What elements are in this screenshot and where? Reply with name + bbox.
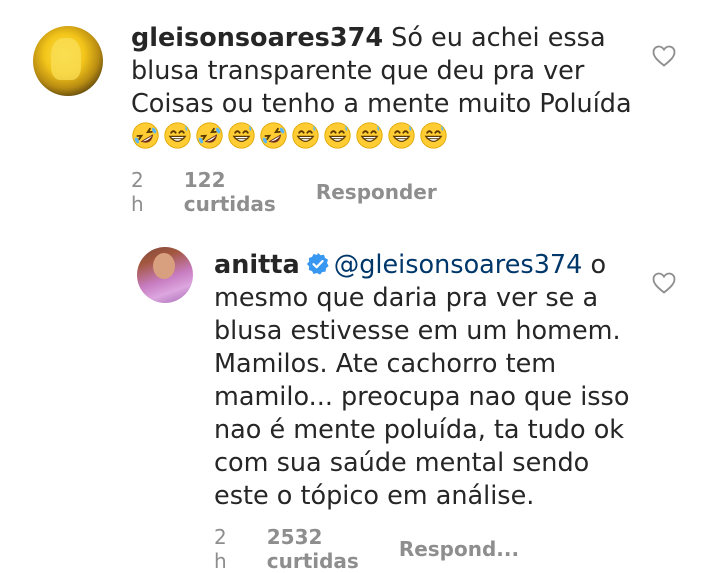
comment-line: com sua saúde mental sendo — [214, 448, 590, 478]
comment-line: este o tópico em análise. — [214, 481, 535, 511]
timestamp: 2 h — [214, 525, 227, 573]
emoji-row — [131, 121, 448, 150]
comment-line: mesmo que daria pra ver se a — [214, 283, 599, 313]
heart-outline-icon[interactable] — [652, 45, 676, 67]
comment-line: Coisas ou tenho a mente muito Poluída — [131, 89, 632, 119]
grin-sweat-emoji-icon — [388, 122, 415, 149]
comment-line: o — [582, 250, 607, 280]
verified-badge-icon — [306, 253, 329, 275]
likes-count[interactable]: 2532 curtidas — [267, 525, 359, 573]
avatar[interactable] — [137, 247, 193, 303]
grin-sweat-emoji-icon — [164, 122, 191, 149]
comment-line: blusa transparente que deu pra ver — [131, 56, 585, 86]
likes-count[interactable]: 122 curtidas — [184, 168, 276, 216]
comment-line: nao é mente poluída, ta tudo ok — [214, 415, 625, 445]
rofl-emoji-icon — [260, 122, 287, 149]
comment-line: mamilo... preocupa nao que isso — [214, 382, 630, 412]
grin-sweat-emoji-icon — [228, 122, 255, 149]
avatar[interactable] — [33, 26, 103, 96]
comment-line: Mamilos. Ate cachorro tem — [214, 349, 557, 379]
grin-sweat-emoji-icon — [356, 122, 383, 149]
rofl-emoji-icon — [132, 122, 159, 149]
comment-line: Só eu achei essa — [383, 23, 606, 53]
comment-meta: 2 h 2532 curtidas Respond... — [214, 525, 519, 573]
grin-sweat-emoji-icon — [420, 122, 447, 149]
username[interactable]: gleisonsoares374 — [131, 23, 383, 53]
grin-sweat-emoji-icon — [324, 122, 351, 149]
comment-meta: 2 h 122 curtidas Responder — [131, 168, 437, 216]
timestamp: 2 h — [131, 168, 144, 216]
grin-sweat-emoji-icon — [292, 122, 319, 149]
reply-button[interactable]: Responder — [316, 180, 437, 204]
rofl-emoji-icon — [196, 122, 223, 149]
username[interactable]: anitta — [214, 250, 300, 280]
comment-text: anitta @gleisonsoares374 o mesmo que dari… — [214, 249, 629, 513]
mention-link[interactable]: @gleisonsoares374 — [334, 250, 583, 280]
heart-outline-icon[interactable] — [652, 272, 676, 294]
comment-line: blusa estivesse em um homem. — [214, 316, 621, 346]
comment-text: gleisonsoares374 Só eu achei essa blusa … — [131, 22, 632, 121]
reply-button[interactable]: Respond... — [399, 537, 519, 561]
